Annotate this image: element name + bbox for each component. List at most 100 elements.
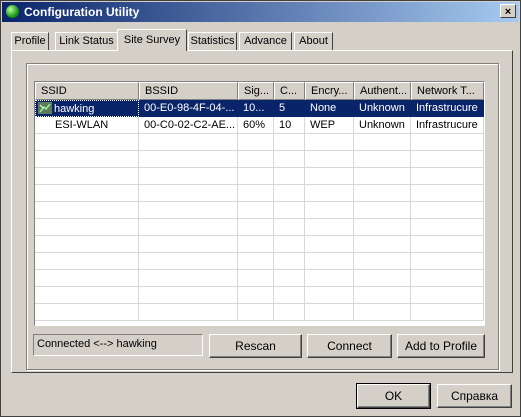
empty-list-row — [35, 253, 484, 270]
empty-list-row — [35, 236, 484, 253]
cell-encryption: None — [305, 100, 354, 117]
empty-cell — [411, 253, 484, 270]
empty-cell — [305, 236, 354, 253]
empty-list-row — [35, 185, 484, 202]
window-title: Configuration Utility — [24, 5, 140, 19]
tab-about[interactable]: About — [294, 32, 333, 50]
table-row[interactable]: ESI-WLAN 00-C0-02-C2-AE... 60% 10 WEP Un… — [35, 117, 484, 134]
empty-cell — [354, 236, 411, 253]
column-header-authentication[interactable]: Authent... — [354, 82, 411, 100]
column-header-signal[interactable]: Sig... — [238, 82, 274, 100]
site-survey-list[interactable]: SSID BSSID Sig... C... Encry... Authent.… — [34, 81, 485, 326]
empty-cell — [238, 185, 274, 202]
configuration-utility-window: Configuration Utility × Profile Link Sta… — [0, 0, 521, 417]
empty-cell — [274, 185, 305, 202]
tab-site-survey[interactable]: Site Survey — [117, 29, 187, 51]
empty-cell — [411, 202, 484, 219]
empty-cell — [35, 202, 139, 219]
empty-cell — [305, 168, 354, 185]
empty-cell — [139, 151, 238, 168]
column-header-bssid[interactable]: BSSID — [139, 82, 238, 100]
empty-cell — [35, 134, 139, 151]
empty-cell — [35, 185, 139, 202]
empty-cell — [305, 202, 354, 219]
ok-button[interactable]: OK — [356, 383, 431, 409]
cell-ssid: hawking — [35, 100, 139, 117]
empty-list-row — [35, 134, 484, 151]
empty-list-row — [35, 151, 484, 168]
help-button[interactable]: Справка — [437, 384, 512, 408]
tab-advance[interactable]: Advance — [239, 32, 292, 50]
tab-profile[interactable]: Profile — [11, 32, 49, 50]
empty-list-row — [35, 287, 484, 304]
empty-cell — [354, 287, 411, 304]
empty-cell — [139, 236, 238, 253]
cell-authentication: Unknown — [354, 100, 411, 117]
empty-cell — [354, 304, 411, 321]
empty-cell — [139, 219, 238, 236]
cell-bssid: 00-E0-98-4F-04-... — [139, 100, 238, 117]
cell-channel: 10 — [274, 117, 305, 134]
tab-link-status[interactable]: Link Status — [55, 32, 118, 50]
empty-cell — [411, 168, 484, 185]
empty-cell — [35, 151, 139, 168]
empty-cell — [35, 270, 139, 287]
empty-cell — [238, 202, 274, 219]
empty-cell — [354, 202, 411, 219]
cell-bssid: 00-C0-02-C2-AE... — [139, 117, 238, 134]
empty-cell — [354, 168, 411, 185]
close-button[interactable]: × — [500, 4, 516, 18]
empty-cell — [305, 219, 354, 236]
cell-encryption: WEP — [305, 117, 354, 134]
wireless-connected-icon — [38, 102, 52, 114]
empty-cell — [238, 253, 274, 270]
empty-cell — [354, 185, 411, 202]
empty-cell — [238, 304, 274, 321]
empty-cell — [139, 270, 238, 287]
empty-cell — [354, 270, 411, 287]
cell-network-type: Infrastrucure — [411, 117, 484, 134]
empty-cell — [139, 304, 238, 321]
empty-cell — [35, 168, 139, 185]
add-to-profile-button[interactable]: Add to Profile — [397, 334, 485, 358]
empty-cell — [411, 270, 484, 287]
empty-cell — [354, 151, 411, 168]
cell-signal: 60% — [238, 117, 274, 134]
empty-list-row — [35, 270, 484, 287]
empty-cell — [411, 134, 484, 151]
ssid-text: hawking — [54, 103, 95, 115]
empty-cell — [35, 253, 139, 270]
title-bar[interactable]: Configuration Utility × — [2, 2, 519, 22]
empty-cell — [274, 304, 305, 321]
column-header-network-type[interactable]: Network T... — [411, 82, 484, 100]
empty-cell — [305, 134, 354, 151]
empty-cell — [305, 253, 354, 270]
empty-cell — [35, 219, 139, 236]
empty-cell — [411, 287, 484, 304]
rescan-button[interactable]: Rescan — [209, 334, 302, 358]
empty-cell — [238, 151, 274, 168]
list-header: SSID BSSID Sig... C... Encry... Authent.… — [35, 82, 484, 100]
app-status-icon — [6, 5, 19, 18]
empty-cell — [274, 236, 305, 253]
empty-cell — [35, 304, 139, 321]
empty-cell — [238, 287, 274, 304]
empty-cell — [411, 151, 484, 168]
connection-status: Connected <--> hawking — [33, 334, 203, 356]
empty-cell — [354, 219, 411, 236]
table-row[interactable]: hawking 00-E0-98-4F-04-... 10... 5 None … — [35, 100, 484, 117]
column-header-ssid[interactable]: SSID — [35, 82, 139, 100]
column-header-encryption[interactable]: Encry... — [305, 82, 354, 100]
tab-statistics[interactable]: Statistics — [188, 32, 237, 50]
connect-button[interactable]: Connect — [307, 334, 392, 358]
empty-cell — [411, 304, 484, 321]
empty-cell — [274, 270, 305, 287]
empty-cell — [411, 236, 484, 253]
empty-cell — [411, 219, 484, 236]
empty-cell — [274, 202, 305, 219]
empty-cell — [305, 304, 354, 321]
column-header-channel[interactable]: C... — [274, 82, 305, 100]
empty-cell — [305, 185, 354, 202]
empty-cell — [354, 134, 411, 151]
empty-cell — [139, 185, 238, 202]
